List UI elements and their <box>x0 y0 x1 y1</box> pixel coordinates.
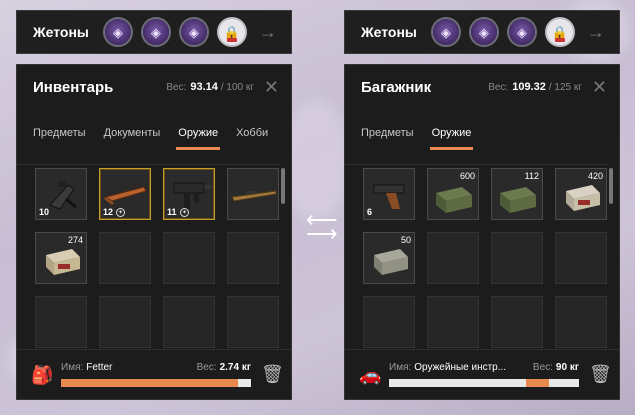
panel-header: Инвентарь Вес: 93.14 / 100 кг ✕ <box>17 65 291 109</box>
slot-count: 50 <box>400 235 411 245</box>
empty-slot[interactable] <box>227 296 279 348</box>
tokens-label: Жетоны <box>33 24 89 40</box>
inventory-slot[interactable]: 274 <box>35 232 87 284</box>
trash-icon[interactable]: 🗑 <box>589 364 612 385</box>
token-icon[interactable]: ◈ <box>506 17 537 47</box>
panel-title: Багажник <box>361 78 432 96</box>
slot-qty: 12 <box>103 207 114 217</box>
arrow-right-icon[interactable]: → <box>587 22 605 43</box>
vehicle-name: Оружейные инстр... <box>414 362 507 373</box>
empty-slot[interactable] <box>491 232 543 284</box>
inventory-footer: 🎒 Имя: Fetter Вес: 2.74 кг 🗑 <box>17 349 291 399</box>
inventory-slot[interactable]: 11 ✦ <box>163 168 215 220</box>
marked-icon: ✦ <box>180 208 189 217</box>
trunk-footer: 🚗 Имя: Оружейные инстр... Вес: 90 кг 🗑 <box>345 349 619 399</box>
slot-qty: 10 <box>39 207 50 217</box>
trunk-tabs: Предметы Оружие <box>345 109 607 165</box>
slot-qty: 11 <box>167 207 177 217</box>
lock-icon[interactable]: 🔒 <box>544 17 575 47</box>
scrollbar[interactable] <box>609 168 613 204</box>
load-bar-fill <box>525 379 549 387</box>
name-label: Имя: <box>389 362 412 373</box>
inventory-slot[interactable] <box>227 168 279 220</box>
slot-count: 600 <box>459 171 475 181</box>
empty-slot[interactable] <box>35 296 87 348</box>
weight-max: / 100 кг <box>220 81 254 93</box>
marked-icon: ✦ <box>116 208 125 217</box>
load-bar <box>389 379 579 387</box>
tokens-bar-left: Жетоны ◈ ◈ ◈ 🔒 → <box>16 10 292 54</box>
close-icon[interactable]: ✕ <box>592 78 607 96</box>
tab-hobby[interactable]: Хобби <box>236 127 268 149</box>
trunk-grid: 6 600 112 420 50 <box>363 168 611 368</box>
tab-items[interactable]: Предметы <box>33 127 86 149</box>
token-icon[interactable]: ◈ <box>468 17 499 47</box>
footer-weight-label: Вес: <box>196 362 217 373</box>
swap-arrows-icon[interactable]: ⟵ ⟶ <box>306 209 338 245</box>
arrow-right-icon[interactable]: → <box>259 22 277 43</box>
footer-weight-value: 90 кг <box>555 362 579 373</box>
trunk-slot[interactable]: 6 <box>363 168 415 220</box>
tab-weapons[interactable]: Оружие <box>176 127 220 150</box>
trash-icon[interactable]: 🗑 <box>261 364 284 385</box>
slot-count: 420 <box>587 171 603 181</box>
footer-weight-label: Вес: <box>532 362 553 373</box>
owner-name: Fetter <box>86 362 113 373</box>
load-bar-fill <box>61 379 238 387</box>
slot-qty: 6 <box>367 207 373 217</box>
weight-label: Вес: <box>166 81 187 93</box>
tab-weapons[interactable]: Оружие <box>429 127 474 150</box>
trunk-slot[interactable]: 600 <box>427 168 479 220</box>
weight-value: 93.14 <box>190 81 218 93</box>
lock-icon[interactable]: 🔒 <box>216 17 247 47</box>
empty-slot[interactable] <box>227 232 279 284</box>
panel-title: Инвентарь <box>33 78 114 96</box>
scrollbar[interactable] <box>281 168 285 204</box>
inventory-panel: Инвентарь Вес: 93.14 / 100 кг ✕ Предметы… <box>16 64 292 400</box>
trunk-slot[interactable]: 50 <box>363 232 415 284</box>
car-icon: 🚗 <box>359 364 382 385</box>
inventory-grid: 10 12 ✦ 11 ✦ 274 <box>35 168 283 368</box>
tokens-bar-right: Жетоны ◈ ◈ ◈ 🔒 → <box>344 10 620 54</box>
trunk-panel: Багажник Вес: 109.32 / 125 кг ✕ Предметы… <box>344 64 620 400</box>
weight-value: 109.32 <box>512 81 546 93</box>
close-icon[interactable]: ✕ <box>264 78 279 96</box>
footer-weight-value: 2.74 кг <box>219 362 251 373</box>
empty-slot[interactable] <box>555 296 607 348</box>
backpack-icon: 🎒 <box>31 364 54 385</box>
empty-slot[interactable] <box>555 232 607 284</box>
slot-count: 112 <box>524 171 539 181</box>
inventory-slot[interactable]: 12 ✦ <box>99 168 151 220</box>
token-icon[interactable]: ◈ <box>102 17 133 47</box>
weight-max: / 125 кг <box>548 81 582 93</box>
empty-slot[interactable] <box>99 232 151 284</box>
empty-slot[interactable] <box>163 296 215 348</box>
inventory-tabs: Предметы Документы Оружие Хобби <box>17 109 279 165</box>
tokens-label: Жетоны <box>361 24 417 40</box>
rifle-icon <box>231 190 277 202</box>
tab-items[interactable]: Предметы <box>361 127 414 149</box>
empty-slot[interactable] <box>491 296 543 348</box>
inventory-slot[interactable]: 10 <box>35 168 87 220</box>
empty-slot[interactable] <box>99 296 151 348</box>
weight-label: Вес: <box>488 81 509 93</box>
name-label: Имя: <box>61 362 84 373</box>
token-icon[interactable]: ◈ <box>430 17 461 47</box>
load-bar <box>61 379 251 387</box>
slot-count: 274 <box>67 235 83 245</box>
empty-slot[interactable] <box>363 296 415 348</box>
trunk-slot[interactable]: 112 <box>491 168 543 220</box>
panel-header: Багажник Вес: 109.32 / 125 кг ✕ <box>345 65 619 109</box>
empty-slot[interactable] <box>427 296 479 348</box>
token-icon[interactable]: ◈ <box>140 17 171 47</box>
trunk-slot[interactable]: 420 <box>555 168 607 220</box>
tab-documents[interactable]: Документы <box>104 127 161 149</box>
token-icon[interactable]: ◈ <box>178 17 209 47</box>
empty-slot[interactable] <box>163 232 215 284</box>
empty-slot[interactable] <box>427 232 479 284</box>
